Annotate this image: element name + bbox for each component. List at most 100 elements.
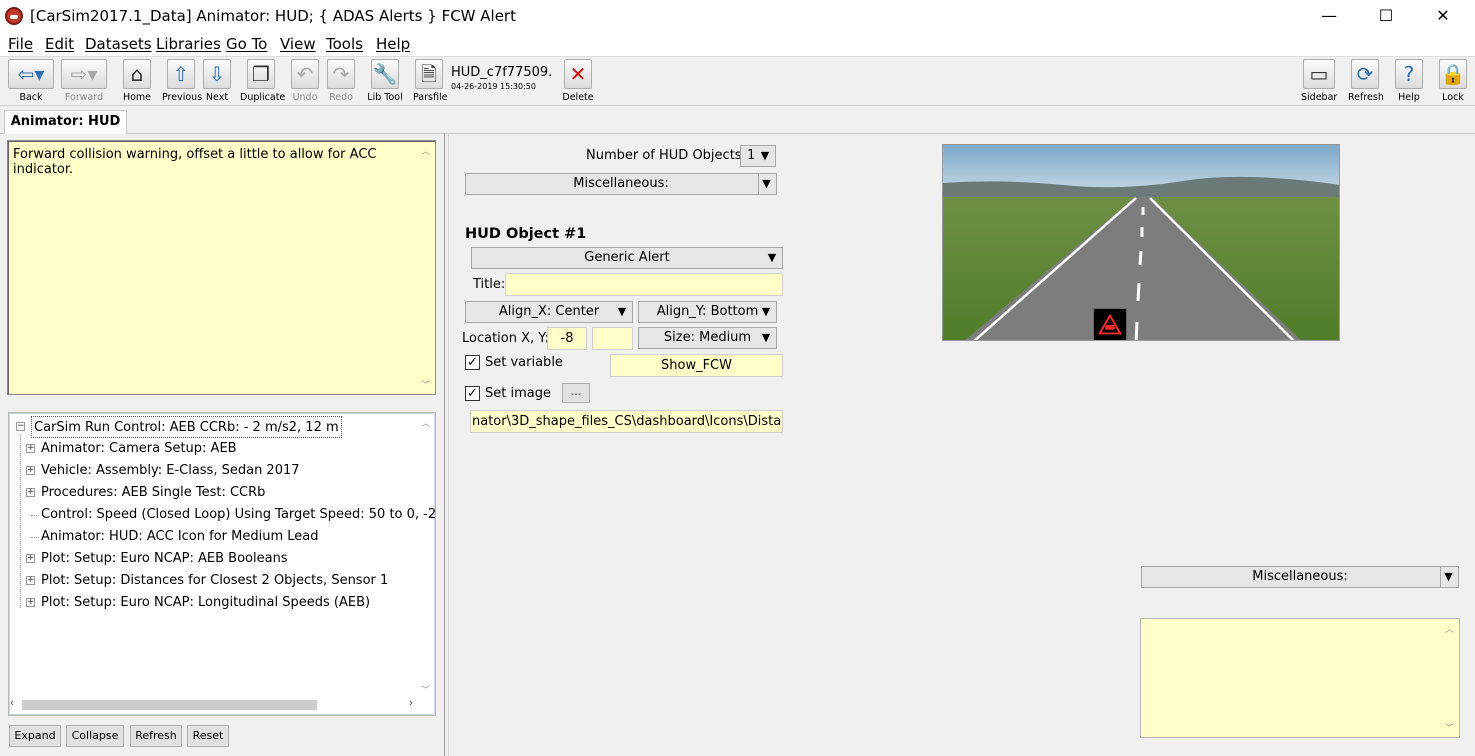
sidebar-notes-scrollbar[interactable]: ︿ ﹀ [1442,620,1458,736]
align-x-dropdown[interactable]: Align_X: Center ▼ [465,301,633,323]
menu-view[interactable]: View [280,35,316,53]
animator-preview-image [942,144,1340,341]
miscellaneous-dropdown[interactable]: Miscellaneous: ▼ [465,173,777,195]
num-hud-objects-label: Number of HUD Objects [586,148,742,163]
road-scene [943,145,1339,340]
parsfile-name: HUD_c7f77509. [451,65,553,80]
browse-image-button[interactable]: ... [562,383,590,403]
wrench-icon: 🔧 [371,59,399,89]
menu-edit[interactable]: Edit [45,35,74,53]
close-button[interactable]: ✕ [1414,0,1472,32]
menu-datasets[interactable]: Datasets [85,35,152,53]
expand-node-icon[interactable]: + [26,576,35,585]
help-button[interactable]: ? Help [1394,59,1424,105]
menu-tools[interactable]: Tools [326,35,363,53]
expand-node-icon[interactable]: + [26,554,35,563]
redo-button[interactable]: ↷ Redo [326,59,356,105]
checkmark-icon: ✓ [467,355,478,370]
tree-item[interactable]: Animator: HUD: ACC Icon for Medium Lead [41,526,318,548]
scroll-left-icon[interactable]: ‹ [10,698,14,709]
sidebar-button[interactable]: ▭ Sidebar [1301,59,1337,105]
tree-item[interactable]: Plot: Setup: Euro NCAP: Longitudinal Spe… [41,592,370,614]
tree-item[interactable]: Animator: Camera Setup: AEB [41,438,237,460]
menu-libraries[interactable]: Libraries [156,35,221,53]
tree-connector-line [31,537,39,538]
collapse-button[interactable]: Collapse [66,725,124,747]
undo-button[interactable]: ↶ Undo [290,59,320,105]
scroll-down-icon[interactable]: ﹀ [421,378,430,391]
image-path-input[interactable]: nator\3D_shape_files_CS\dashboard\Icons\… [470,410,783,433]
forward-button[interactable]: ⇨▾ Forward [61,59,107,105]
maximize-button[interactable]: ☐ [1357,0,1415,32]
window-title: [CarSim2017.1_Data] Animator: HUD; { ADA… [30,7,516,25]
hud-object-type-dropdown[interactable]: Generic Alert ▼ [471,247,783,269]
notes-scrollbar[interactable]: ︿ ﹀ [418,142,434,393]
scroll-up-icon[interactable]: ︿ [421,416,430,429]
align-y-dropdown[interactable]: Align_Y: Bottom ▼ [638,301,777,323]
reset-button[interactable]: Reset [187,725,229,747]
pane-splitter[interactable] [444,133,445,756]
lib-tool-button[interactable]: 🔧 Lib Tool [366,59,404,105]
menu-file[interactable]: File [8,35,33,53]
help-question-icon: ? [1395,59,1423,89]
tree-scrollbar[interactable]: ︿ ﹀ [418,414,434,714]
miscellaneous-label: Miscellaneous: [573,176,669,191]
tree-refresh-button[interactable]: Refresh [130,725,182,747]
set-image-checkbox[interactable]: ✓ [465,386,480,401]
home-button[interactable]: ⌂ Home [120,59,154,105]
collapse-node-icon[interactable]: − [16,422,25,431]
chevron-down-icon: ▼ [761,305,771,318]
tree-connector-line [31,515,39,516]
expand-node-icon[interactable]: + [26,444,35,453]
sidebar-miscellaneous-dropdown[interactable]: Miscellaneous: ▼ [1141,566,1459,588]
menu-go-to[interactable]: Go To [226,35,267,53]
scroll-up-icon[interactable]: ︿ [1445,622,1454,635]
num-hud-objects-value: 1 [747,148,756,163]
minimize-button[interactable]: — [1300,0,1358,32]
set-variable-checkbox[interactable]: ✓ [465,355,480,370]
tab-animator-hud[interactable]: Animator: HUD [4,110,127,134]
tree-item[interactable]: Procedures: AEB Single Test: CCRb [41,482,265,504]
fcw-hud-icon [1093,308,1127,340]
menu-bar: File Edit Datasets Libraries Go To View … [0,32,1475,56]
tree-item[interactable]: Control: Speed (Closed Loop) Using Targe… [41,504,436,526]
expand-button[interactable]: Expand [9,725,61,747]
tree-root-item[interactable]: CarSim Run Control: AEB CCRb: - 2 m/s2, … [31,416,342,438]
title-input[interactable] [505,273,783,296]
duplicate-button[interactable]: ❐ Duplicate [240,59,285,105]
delete-button[interactable]: ✕ Delete [562,59,594,105]
back-button[interactable]: ⇦▾ Back [8,59,54,105]
lock-icon: 🔒 [1439,59,1467,89]
size-dropdown[interactable]: Size: Medium ▼ [638,327,777,349]
tree-item[interactable]: Plot: Setup: Euro NCAP: AEB Booleans [41,548,288,570]
collision-warning-icon [1098,313,1122,335]
notes-textarea[interactable]: Forward collision warning, offset a litt… [7,140,436,395]
expand-node-icon[interactable]: + [26,466,35,475]
sidebar-miscellaneous-label: Miscellaneous: [1252,569,1348,584]
scroll-up-icon[interactable]: ︿ [421,144,430,157]
previous-button[interactable]: ⇧ Previous [162,59,202,105]
scroll-down-icon[interactable]: ﹀ [1445,721,1454,734]
num-hud-objects-dropdown[interactable]: 1 ▼ [740,145,776,167]
size-value: Size: Medium [663,330,752,345]
lock-button[interactable]: 🔒 Lock [1438,59,1468,105]
home-icon: ⌂ [123,59,151,89]
tree-item[interactable]: Vehicle: Assembly: E-Class, Sedan 2017 [41,460,300,482]
next-button[interactable]: ⇩ Next [202,59,232,105]
refresh-toolbar-button[interactable]: ⟳ Refresh [1348,59,1384,105]
tree-horizontal-scrollbar[interactable]: ‹ › [10,697,415,713]
variable-name-input[interactable]: Show_FCW [610,354,783,377]
sidebar-notes-textarea[interactable]: ︿ ﹀ [1140,618,1460,738]
menu-help[interactable]: Help [376,35,410,53]
expand-node-icon[interactable]: + [26,488,35,497]
location-x-input[interactable]: -8 [547,327,587,350]
tree-item[interactable]: Plot: Setup: Distances for Closest 2 Obj… [41,570,388,592]
parsfile-button[interactable]: 🗎 Parsfile [413,59,447,105]
refresh-icon: ⟳ [1351,59,1379,89]
forward-arrow-icon: ⇨▾ [61,59,107,89]
scroll-right-icon[interactable]: › [409,698,413,709]
location-y-input[interactable] [592,327,633,350]
tree-scroll-thumb[interactable] [22,700,317,710]
expand-node-icon[interactable]: + [26,598,35,607]
scroll-down-icon[interactable]: ﹀ [421,683,430,696]
